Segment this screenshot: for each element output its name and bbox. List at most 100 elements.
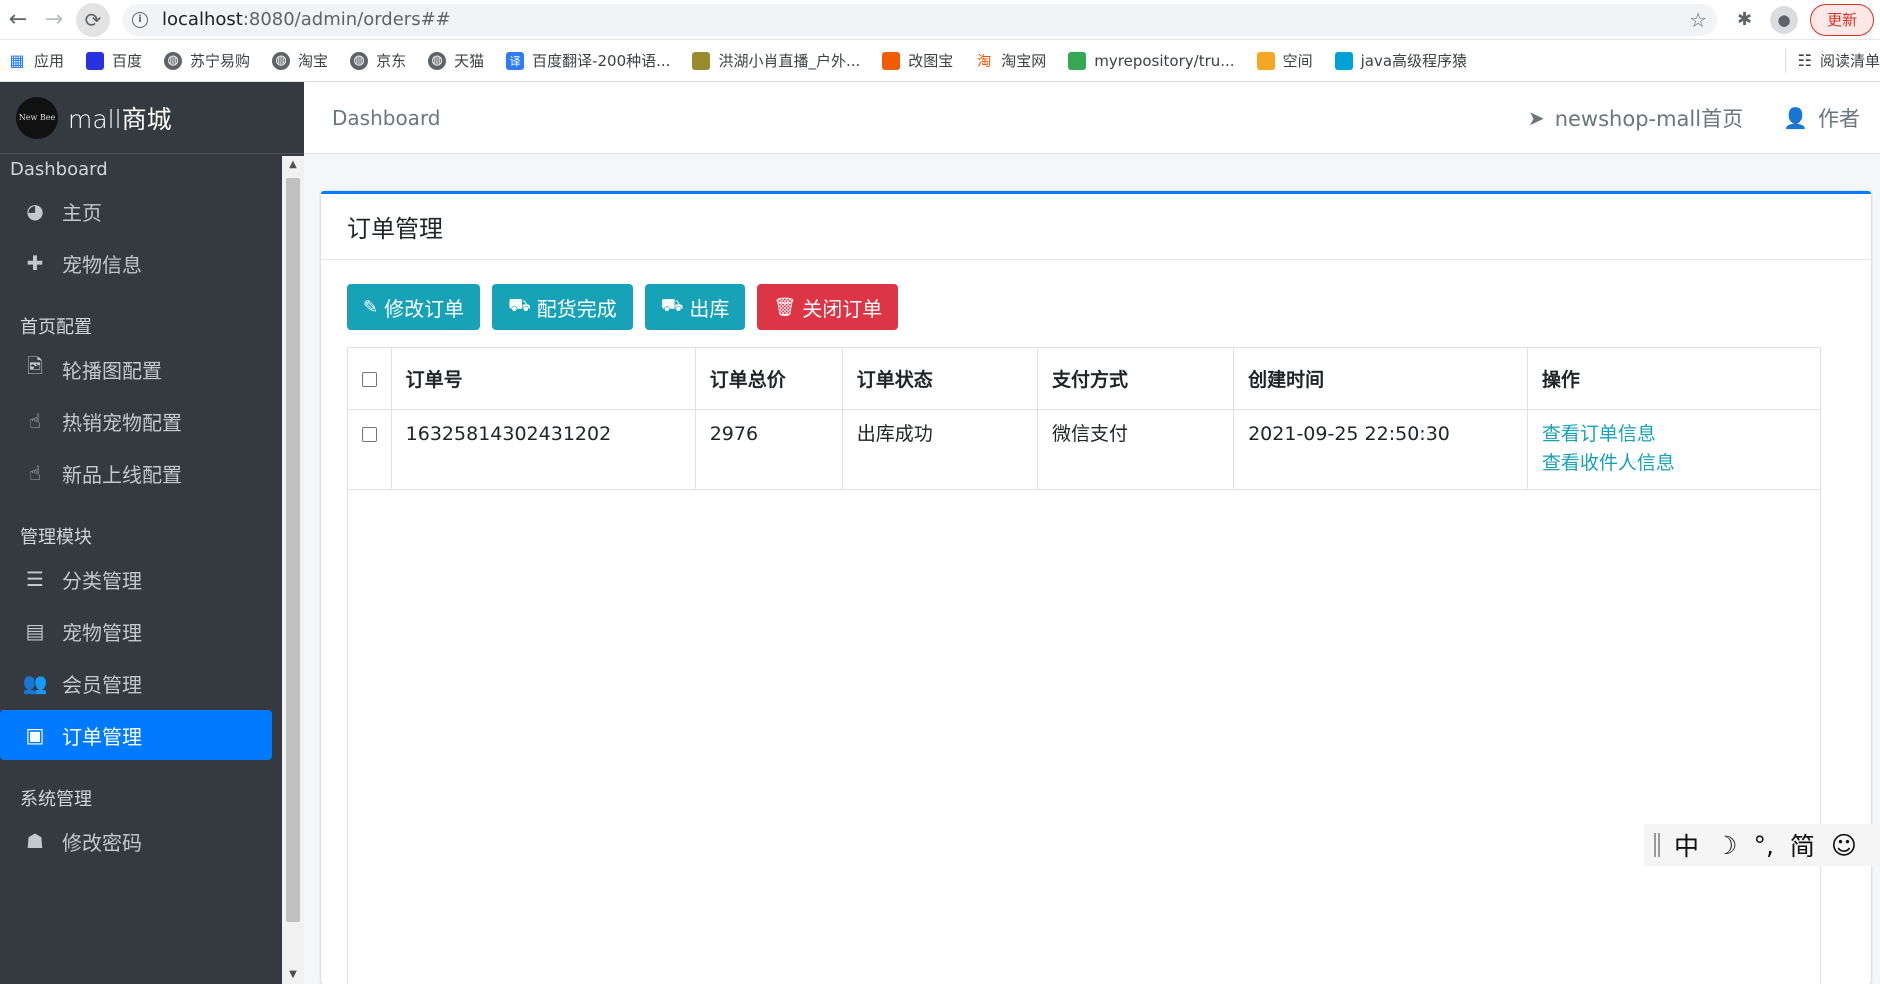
column-header[interactable]: 订单状态 — [841, 347, 1038, 410]
top-navbar: Dashboard ➤ newshop-mall首页 👤 作者 — [304, 82, 1880, 154]
bookmark-item[interactable]: myrepository/tru... — [1068, 51, 1235, 70]
browser-update-button[interactable]: 更新 — [1810, 3, 1875, 36]
bookmark-item[interactable]: ◍ 淘宝 — [272, 50, 328, 71]
sidebar-item-2-1[interactable]: ☝ 热销宠物配置 — [0, 396, 272, 446]
column-header[interactable]: 支付方式 — [1036, 347, 1235, 410]
sidebar-section: 管理模块 ☰ 分类管理 ▤ 宠物管理 👥 会员管理 ▣ 订单管理 — [0, 524, 282, 760]
forward-arrow-icon[interactable]: → — [36, 2, 72, 38]
back-arrow-icon[interactable]: ← — [0, 2, 36, 38]
cell-total: 2976 — [694, 409, 843, 490]
bookmark-label: 天猫 — [454, 52, 485, 70]
edit-order-button[interactable]: ✎ 修改订单 — [347, 284, 481, 330]
site-info-icon[interactable]: i — [132, 11, 148, 28]
globe-icon: ◍ — [350, 51, 369, 70]
scroll-down-arrow-icon[interactable]: ▼ — [282, 966, 304, 984]
author-link[interactable]: 👤 作者 — [1783, 103, 1860, 133]
brand-name: mall商城 — [68, 104, 172, 134]
table-empty-area — [347, 489, 1821, 984]
bookmark-item[interactable]: 淘淘宝网 — [975, 50, 1046, 71]
column-header[interactable]: 订单号 — [390, 347, 696, 410]
select-all-checkbox[interactable] — [361, 371, 377, 387]
bookmark-star-icon[interactable]: ☆ — [1689, 8, 1707, 32]
button-label: 修改订单 — [384, 296, 465, 321]
reading-list-button[interactable]: ☷ 阅读清单 — [1784, 48, 1880, 73]
shop-home-link[interactable]: ➤ newshop-mall首页 — [1528, 103, 1743, 133]
breadcrumb[interactable]: Dashboard — [332, 106, 441, 130]
table-row[interactable]: 16325814302431202 2976 出库成功 微信支付 2021-09-25 … — [347, 409, 1822, 490]
bookmark-item[interactable]: ◍ 天猫 — [428, 50, 484, 71]
profile-avatar-icon[interactable]: ● — [1770, 5, 1799, 34]
bookmark-item[interactable]: ▦ 应用 — [8, 50, 64, 71]
ime-chinese-mode-icon[interactable]: 中 — [1674, 827, 1699, 863]
view-receiver-info-link[interactable]: 查看收件人信息 — [1542, 449, 1820, 478]
extensions-puzzle-icon[interactable]: ✱ — [1737, 9, 1752, 30]
truck-icon: ⛟ — [660, 295, 684, 316]
bookmark-item[interactable]: ◍ 京东 — [350, 50, 406, 71]
sidebar-section: Dashboard ◕ 主页 ✚ 宠物信息 — [0, 156, 282, 288]
sidebar-item-4-2[interactable]: ▣ 订单管理 — [0, 710, 272, 760]
column-header[interactable]: 创建时间 — [1233, 347, 1528, 410]
sidebar-item-1-1[interactable]: 🖻 轮播图配置 — [0, 344, 272, 394]
bookmark-item[interactable]: java高级程序猿 — [1334, 50, 1467, 71]
url-path: :8080/admin/orders## — [242, 9, 451, 30]
bookmark-label: 空间 — [1282, 52, 1313, 70]
sidebar-item-2-2[interactable]: ▤ 宠物管理 — [0, 606, 272, 656]
money-bill-icon: ▣ — [25, 723, 45, 747]
bookmark-label: 苏宁易购 — [190, 52, 251, 70]
gaitubao-icon — [882, 51, 901, 70]
sidebar-item-label: 订单管理 — [62, 724, 142, 749]
select-all-cell — [347, 347, 392, 410]
sidebar-item-3-2[interactable]: 👥 会员管理 — [0, 658, 272, 708]
ime-emoji-icon[interactable]: ☺ — [1831, 831, 1857, 860]
bookmark-item[interactable]: 改图宝 — [882, 50, 953, 71]
sidebar: New Bee mall商城 Dashboard ◕ 主页 ✚ 宠物信息 首页配置 🖻 轮播图… — [0, 82, 304, 984]
bookmark-label: 淘宝 — [298, 52, 329, 70]
sidebar-scrollbar[interactable]: ▲ ▼ — [282, 156, 304, 984]
sidebar-item-1-3[interactable]: ☗ 修改密码 — [0, 816, 272, 866]
sidebar-item-label: 宠物管理 — [62, 620, 142, 645]
bookmark-label: 百度翻译-200种语... — [532, 52, 671, 70]
address-bar[interactable]: i localhost:8080/admin/orders## ☆ — [122, 3, 1717, 36]
taobao-icon: 淘 — [977, 53, 992, 70]
ime-moon-icon[interactable]: ☽ — [1715, 831, 1737, 860]
scroll-up-arrow-icon[interactable]: ▲ — [282, 156, 304, 174]
cell-actions: 查看订单信息 查看收件人信息 — [1526, 409, 1822, 490]
close-order-button[interactable]: 🗑 关闭订单 — [757, 284, 899, 330]
bookmark-item[interactable]: ◍ 苏宁易购 — [164, 50, 250, 71]
ime-simplified-icon[interactable]: 简 — [1790, 827, 1815, 863]
bookmark-item[interactable]: 译百度翻译-200种语... — [506, 50, 670, 71]
plus-icon: ✚ — [26, 251, 44, 275]
bookmark-item[interactable]: 百度 — [86, 50, 142, 71]
row-checkbox[interactable] — [361, 427, 377, 442]
view-order-info-link[interactable]: 查看订单信息 — [1542, 420, 1820, 449]
table-body: 16325814302431202 2976 出库成功 微信支付 2021-09-25 … — [347, 409, 1822, 490]
globe-icon: ◍ — [164, 51, 183, 70]
cell-pay-type: 微信支付 — [1036, 409, 1235, 490]
cell-order-no: 16325814302431202 — [390, 409, 696, 490]
bookmark-item[interactable]: 空间 — [1256, 50, 1313, 71]
bookmark-item[interactable]: 洪湖小肖直播_户外... — [692, 50, 860, 71]
column-header[interactable]: 操作 — [1526, 347, 1822, 410]
reload-icon[interactable]: ⟳ — [76, 2, 110, 37]
sidebar-item-1-0[interactable]: ◕ 主页 — [0, 186, 272, 236]
translate-icon: 译 — [506, 51, 525, 70]
sidebar-item-1-2[interactable]: ☰ 分类管理 — [0, 554, 272, 604]
bookmark-label: 京东 — [376, 52, 407, 70]
sidebar-item-label: 会员管理 — [62, 672, 142, 697]
users-icon: 👥 — [22, 671, 48, 695]
sidebar-section-header: 首页配置 — [20, 317, 92, 338]
bookmark-label: 洪湖小肖直播_户外... — [718, 52, 861, 70]
ime-punctuation-icon[interactable]: °, — [1753, 831, 1773, 860]
sidebar-item-3-1[interactable]: ☝ 新品上线配置 — [0, 448, 272, 498]
list-alt-icon: ☰ — [26, 567, 44, 591]
picking-done-button[interactable]: ⛟ 配货完成 — [492, 284, 633, 330]
column-header[interactable]: 订单总价 — [694, 347, 843, 410]
sidebar-item-2-0[interactable]: ✚ 宠物信息 — [0, 238, 272, 288]
url-text[interactable]: localhost:8080/admin/orders## — [162, 9, 451, 30]
ship-out-button[interactable]: ⛟ 出库 — [644, 284, 746, 330]
scroll-thumb[interactable] — [286, 178, 300, 922]
brand-link[interactable]: New Bee mall商城 — [0, 82, 304, 154]
ime-drag-handle[interactable] — [1654, 833, 1660, 857]
shop-home-label: newshop-mall首页 — [1554, 106, 1744, 131]
hand-pointer-icon: ☝ — [28, 409, 42, 433]
